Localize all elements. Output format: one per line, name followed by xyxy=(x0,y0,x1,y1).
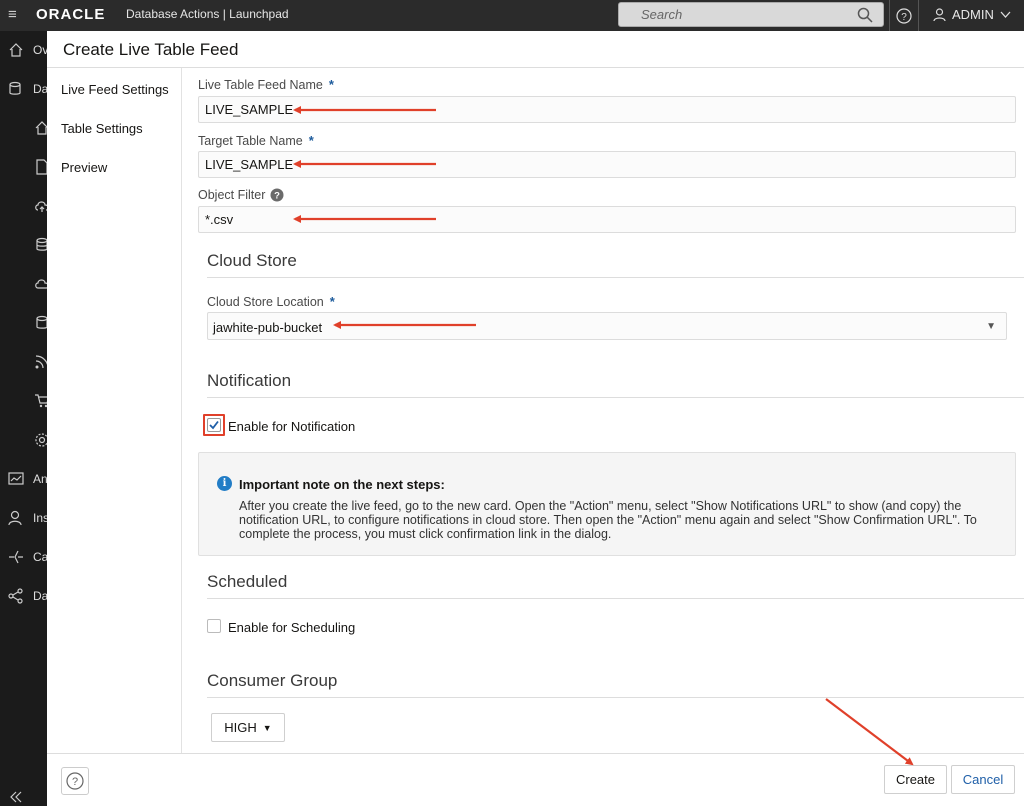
info-icon: i xyxy=(217,476,232,491)
scheduled-heading: Scheduled xyxy=(207,572,288,591)
help-icon[interactable]: ? xyxy=(270,188,284,202)
nav-item-insights[interactable]: Ins xyxy=(8,510,47,526)
feed-name-label: Live Table Feed Name * xyxy=(198,77,334,92)
cloud-store-location-label: Cloud Store Location * xyxy=(207,294,335,309)
note-title: Important note on the next steps: xyxy=(239,477,445,492)
file-icon xyxy=(36,159,47,175)
consumer-group-dropdown[interactable]: HIGH ▼ xyxy=(211,713,285,742)
consumer-group-heading: Consumer Group xyxy=(207,671,338,690)
cloud-store-location-select[interactable]: jawhite-pub-bucket ▼ xyxy=(207,312,1007,340)
hamburger-menu-icon[interactable]: ≡ xyxy=(8,6,17,23)
nav-item-analytics[interactable]: An xyxy=(8,471,47,487)
object-filter-label: Object Filter ? xyxy=(198,188,284,202)
svg-text:?: ? xyxy=(72,776,78,788)
important-note-box: i Important note on the next steps: Afte… xyxy=(198,452,1016,556)
divider xyxy=(47,67,1024,68)
app-title: Database Actions | Launchpad xyxy=(126,7,289,21)
help-icon: ? xyxy=(66,772,84,790)
collapse-nav-button[interactable] xyxy=(8,789,24,805)
divider xyxy=(207,598,1024,599)
enable-notification-checkbox[interactable] xyxy=(207,418,221,432)
user-menu[interactable]: ADMIN xyxy=(933,7,1011,22)
catalog-icon xyxy=(9,550,23,564)
help-button[interactable]: ? xyxy=(61,767,89,795)
nav-sub-cart[interactable] xyxy=(34,393,47,409)
database-edit-icon xyxy=(9,81,21,95)
consumer-group-value: HIGH xyxy=(224,720,257,735)
nav-sub-feed[interactable] xyxy=(34,354,47,370)
required-marker: * xyxy=(329,294,335,309)
nav-item-data-share[interactable]: Da xyxy=(8,588,47,604)
required-marker: * xyxy=(308,133,314,148)
gear-icon xyxy=(35,433,47,447)
checkmark-icon xyxy=(209,420,219,430)
nav-sub-file[interactable] xyxy=(34,159,47,175)
cloud-store-location-value: jawhite-pub-bucket xyxy=(213,320,323,335)
create-live-table-feed-dialog: Create Live Table Feed Live Feed Setting… xyxy=(47,31,1024,806)
nav-item-data[interactable]: Da xyxy=(8,81,47,97)
svg-text:?: ? xyxy=(901,12,907,23)
user-icon xyxy=(8,510,22,526)
dialog-title: Create Live Table Feed xyxy=(63,40,239,59)
required-marker: * xyxy=(328,77,334,92)
divider xyxy=(207,277,1024,278)
rss-feed-icon xyxy=(35,355,47,369)
help-button[interactable]: ? xyxy=(889,0,919,31)
oracle-logo: ORACLE xyxy=(36,6,106,23)
search-icon[interactable] xyxy=(857,7,873,23)
share-icon xyxy=(8,588,23,604)
enable-notification-label[interactable]: Enable for Notification xyxy=(228,419,355,434)
nav-sub-cloud-upload[interactable] xyxy=(34,198,47,214)
step-table-settings[interactable]: Table Settings xyxy=(61,121,143,136)
chart-icon xyxy=(8,472,24,485)
cloud-store-heading: Cloud Store xyxy=(207,251,297,270)
step-live-feed-settings[interactable]: Live Feed Settings xyxy=(61,82,169,97)
target-table-input[interactable] xyxy=(198,151,1016,178)
nav-sub-settings[interactable] xyxy=(34,432,47,448)
chevron-down-icon xyxy=(1000,11,1011,18)
step-preview[interactable]: Preview xyxy=(61,160,107,175)
enable-scheduling-label[interactable]: Enable for Scheduling xyxy=(228,620,355,635)
nav-sub-cloud[interactable] xyxy=(34,276,47,292)
cancel-button[interactable]: Cancel xyxy=(951,765,1015,794)
caret-down-icon: ▼ xyxy=(262,722,272,733)
cart-icon xyxy=(35,394,47,408)
double-chevron-left-icon xyxy=(10,791,22,803)
user-icon xyxy=(933,7,946,21)
divider xyxy=(207,397,1024,398)
cloud-icon xyxy=(35,279,47,289)
divider xyxy=(207,697,1024,698)
nav-item-overview[interactable]: Ov xyxy=(8,42,47,58)
caret-down-icon: ▼ xyxy=(986,321,996,332)
svg-text:?: ? xyxy=(274,191,280,202)
create-button[interactable]: Create xyxy=(884,765,947,794)
note-body: After you create the live feed, go to th… xyxy=(239,499,977,541)
notification-heading: Notification xyxy=(207,371,292,390)
target-table-label: Target Table Name * xyxy=(198,133,314,148)
left-nav: Ov Da An Ins Ca Da xyxy=(0,31,47,806)
top-bar: ≡ ORACLE Database Actions | Launchpad ? … xyxy=(0,0,1024,31)
home-icon xyxy=(35,121,47,135)
dialog-footer: ? Create Cancel xyxy=(47,753,1024,806)
home-icon xyxy=(9,43,23,57)
search-input[interactable] xyxy=(619,3,851,26)
database-icon xyxy=(36,237,47,251)
object-filter-input[interactable] xyxy=(198,206,1016,233)
wizard-steps: Live Feed Settings Table Settings Previe… xyxy=(47,68,182,753)
enable-scheduling-checkbox[interactable] xyxy=(207,619,221,633)
nav-item-catalog[interactable]: Ca xyxy=(8,549,47,565)
database-icon xyxy=(36,315,47,329)
nav-sub-database[interactable] xyxy=(34,237,47,253)
user-name: ADMIN xyxy=(952,7,994,22)
search-box xyxy=(618,2,884,27)
nav-sub-home[interactable] xyxy=(34,120,47,136)
feed-name-input[interactable] xyxy=(198,96,1016,123)
cloud-upload-icon xyxy=(35,201,47,212)
nav-sub-database-2[interactable] xyxy=(34,315,47,331)
help-icon: ? xyxy=(896,7,912,24)
